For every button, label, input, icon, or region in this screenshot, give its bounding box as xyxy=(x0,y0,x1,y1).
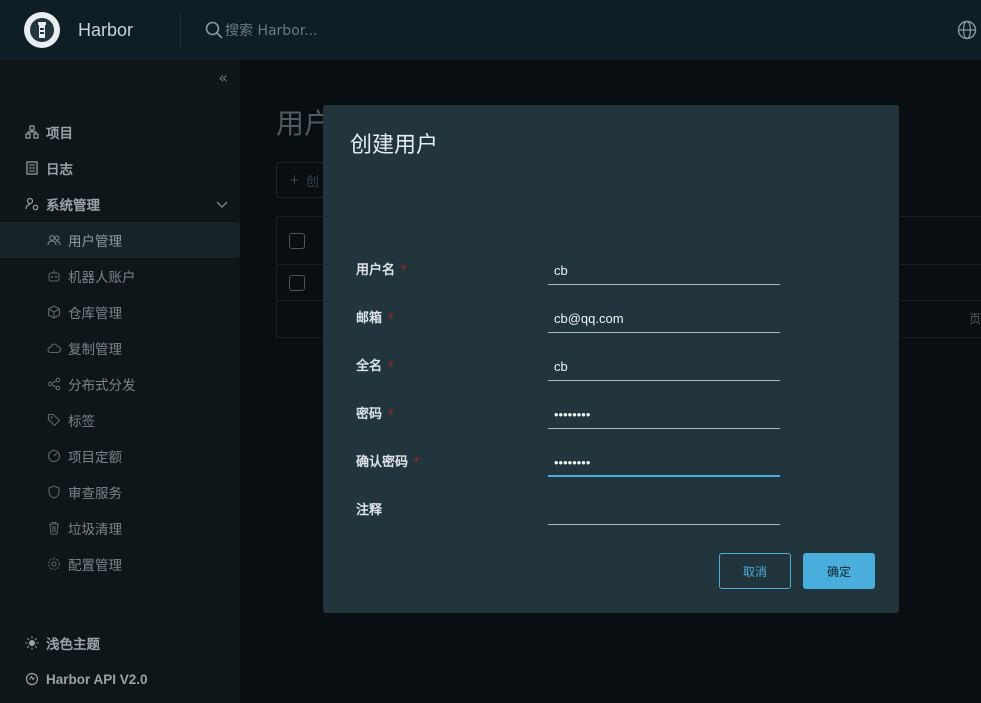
comment-input[interactable] xyxy=(548,497,780,525)
comment-label: 注释 xyxy=(356,502,383,517)
app-header: Harbor 搜索 Harbor... xyxy=(0,0,981,60)
globe-icon[interactable] xyxy=(957,20,977,44)
comment-row: 注释 xyxy=(356,495,786,525)
password-row: 密码 * xyxy=(356,399,786,429)
required-mark: * xyxy=(401,262,407,277)
header-divider xyxy=(180,12,181,48)
dialog-title: 创建用户 xyxy=(350,132,439,157)
username-row: 用户名 * xyxy=(356,255,786,285)
fullname-label: 全名 * xyxy=(356,358,394,373)
required-mark: * xyxy=(388,358,394,373)
required-mark: * xyxy=(388,406,394,421)
username-input[interactable] xyxy=(548,257,780,285)
confirm-password-label: 确认密码 * xyxy=(356,454,420,469)
ok-button[interactable]: 确定 xyxy=(803,553,875,589)
confirm-password-row: 确认密码 * xyxy=(356,447,786,477)
create-user-dialog: 创建用户 用户名* 邮箱* 全名* 密码* 确认密码* 注释 取消 确定 xyxy=(323,105,899,613)
search-icon xyxy=(205,21,223,39)
fullname-input[interactable] xyxy=(548,353,780,381)
email-label: 邮箱 * xyxy=(356,310,394,325)
password-input[interactable] xyxy=(548,401,780,429)
username-label: 用户名 * xyxy=(356,262,407,277)
search-input[interactable]: 搜索 Harbor... xyxy=(225,20,318,40)
required-mark: * xyxy=(414,454,420,469)
required-mark: * xyxy=(388,310,394,325)
confirm-password-input[interactable] xyxy=(548,449,780,477)
fullname-row: 全名 * xyxy=(356,351,786,381)
brand-name[interactable]: Harbor xyxy=(78,20,180,41)
password-label: 密码 * xyxy=(356,406,394,421)
lighthouse-logo-icon[interactable] xyxy=(24,12,60,48)
email-input[interactable] xyxy=(548,305,780,333)
global-search[interactable]: 搜索 Harbor... xyxy=(205,20,318,40)
email-row: 邮箱 * xyxy=(356,303,786,333)
cancel-button[interactable]: 取消 xyxy=(719,553,791,589)
